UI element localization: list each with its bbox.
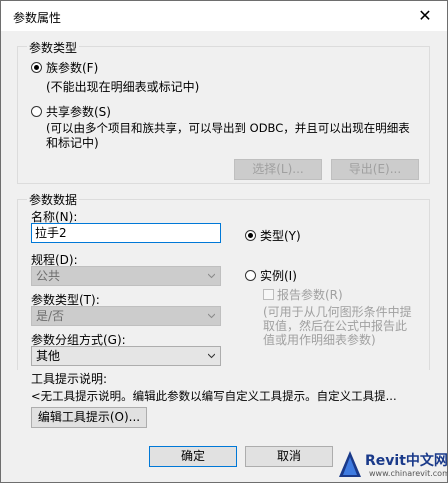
parameter-type-combo[interactable]: 是/否 [31, 306, 221, 326]
reporting-note-line3: 值或用作明细表参数) [263, 333, 376, 347]
shared-parameter-radio[interactable] [31, 106, 42, 117]
shared-parameter-note-line2: 和标记中) [46, 136, 99, 150]
discipline-combo[interactable]: 公共 [31, 266, 221, 286]
close-icon[interactable]: ✕ [403, 1, 447, 31]
reporting-parameter-label: 报告参数(R) [277, 288, 343, 302]
watermark-url: www.chinarevit.com [369, 469, 448, 478]
family-parameter-label[interactable]: 族参数(F) [46, 59, 98, 76]
watermark-brand: Revit中文网 [365, 453, 448, 469]
parameter-type-legend: 参数类型 [27, 39, 80, 56]
family-parameter-radio[interactable] [31, 62, 42, 73]
instance-radio-label[interactable]: 实例(I) [260, 267, 297, 284]
title-bar: 参数属性 ✕ [1, 1, 447, 31]
shared-parameter-note-line1: (可以由多个项目和族共享，可以导出到 ODBC，并且可以出现在明细表 [46, 121, 410, 135]
discipline-value: 公共 [36, 269, 61, 283]
shared-parameter-label[interactable]: 共享参数(S) [46, 103, 111, 120]
parameter-data-legend: 参数数据 [27, 191, 80, 208]
name-input[interactable]: 拉手2 [31, 223, 221, 243]
export-button[interactable]: 导出(E)... [331, 159, 419, 180]
family-parameter-note: (不能出现在明细表或标记中) [46, 80, 200, 94]
revit-watermark-logo: Revit中文网 www.chinarevit.com [335, 446, 448, 482]
parameter-type-value: 是/否 [36, 309, 65, 323]
type-radio[interactable] [245, 230, 256, 241]
reporting-parameter-checkbox[interactable] [263, 289, 274, 300]
select-button[interactable]: 选择(L)... [234, 159, 322, 180]
revit-logo-icon [339, 451, 361, 477]
edit-tooltip-button[interactable]: 编辑工具提示(O)... [31, 407, 147, 428]
type-radio-label[interactable]: 类型(Y) [260, 227, 301, 244]
ok-button[interactable]: 确定 [149, 446, 237, 467]
cancel-button[interactable]: 取消 [245, 446, 333, 467]
chevron-down-icon [208, 313, 215, 319]
dialog-title: 参数属性 [13, 11, 62, 25]
group-parameter-value: 其他 [36, 349, 61, 363]
tooltip-text: <无工具提示说明。编辑此参数以编写自定义工具提示。自定义工具提... [31, 389, 397, 403]
parameter-properties-dialog: 参数属性 ✕ 参数类型 族参数(F) (不能出现在明细表或标记中) 共享参数(S… [0, 0, 448, 483]
chevron-down-icon [208, 273, 215, 279]
tooltip-label: 工具提示说明: [31, 372, 108, 386]
group-parameter-combo[interactable]: 其他 [31, 346, 221, 366]
chevron-down-icon [208, 353, 215, 359]
instance-radio[interactable] [245, 270, 256, 281]
